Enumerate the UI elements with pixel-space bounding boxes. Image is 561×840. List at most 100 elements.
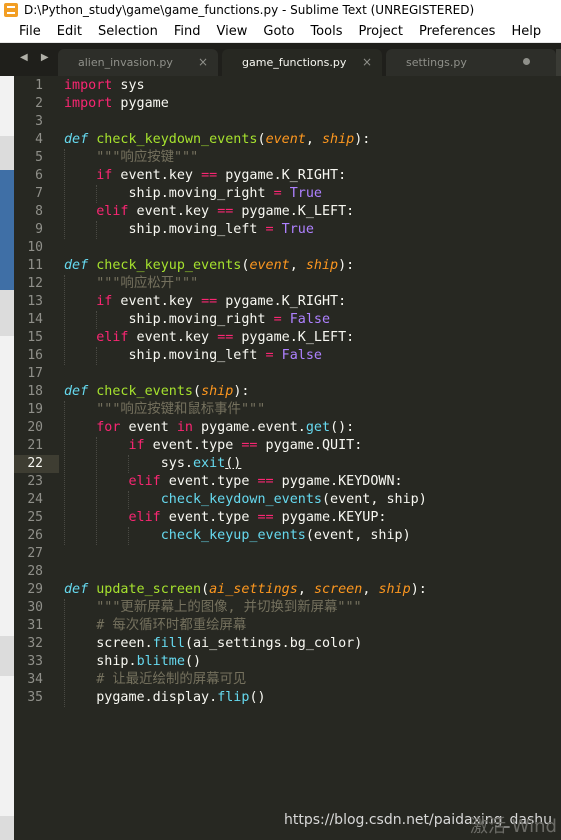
code-text: def check_events(ship): [64,384,250,399]
code-line[interactable]: 27 [14,545,561,563]
code-line[interactable]: 18 def check_events(ship): [14,383,561,401]
code-text: import sys [64,78,145,93]
line-number: 4 [35,132,43,147]
tab-game-functions[interactable]: game_functions.py × [222,49,382,76]
line-number: 32 [27,636,43,651]
line-number: 1 [35,78,43,93]
line-number: 34 [27,672,43,687]
code-line[interactable]: 11 def check_keyup_events(event, ship): [14,257,561,275]
line-number: 22 [27,456,43,471]
code-line[interactable]: 1 import sys [14,77,561,95]
code-line[interactable]: 6 if event.key == pygame.K_RIGHT: [14,167,561,185]
code-text: ship.blitme() [64,654,202,669]
indent-guide [64,401,65,545]
menu-selection[interactable]: Selection [90,24,166,39]
indent-guide [96,185,98,203]
menu-project[interactable]: Project [350,24,410,39]
close-icon[interactable]: × [362,55,372,69]
line-number: 19 [27,402,43,417]
code-line[interactable]: 17 [14,365,561,383]
tab-label: game_functions.py [242,56,347,69]
menu-tools[interactable]: Tools [302,24,350,39]
code-line[interactable]: 34 # 让最近绘制的屏幕可见 [14,671,561,689]
line-number: 25 [27,510,43,525]
code-editor[interactable]: 1 import sys 2 import pygame 3 4 def check_key… [14,76,561,840]
line-number: 8 [35,204,43,219]
code-line[interactable]: 30 """更新屏幕上的图像, 并切换到新屏幕""" [14,599,561,617]
indent-guide [96,221,98,239]
line-number: 18 [27,384,43,399]
menu-file[interactable]: File [0,24,49,39]
code-line[interactable]: 28 [14,563,561,581]
code-text: ship.moving_left = True [64,222,314,237]
line-number: 10 [27,240,43,255]
code-text: elif event.key == pygame.K_LEFT: [96,204,355,219]
code-line[interactable]: 5 """响应按键""" [14,149,561,167]
code-text: import pygame [64,96,169,111]
code-line[interactable]: 20 for event in pygame.event.get(): [14,419,561,437]
code-line[interactable]: 31 # 每次循环时都重绘屏幕 [14,617,561,635]
menu-view[interactable]: View [209,24,256,39]
code-line[interactable]: 19 """响应按键和鼠标事件""" [14,401,561,419]
line-number: 24 [27,492,43,507]
code-line[interactable]: 3 [14,113,561,131]
code-line[interactable]: 15 elif event.key == pygame.K_LEFT: [14,329,561,347]
code-line[interactable]: 10 [14,239,561,257]
line-number: 27 [27,546,43,561]
indent-guide [96,437,98,545]
code-line[interactable]: 2 import pygame [14,95,561,113]
line-number: 29 [27,582,43,597]
menu-preferences[interactable]: Preferences [411,24,503,39]
code-line[interactable]: 4 def check_keydown_events(event, ship): [14,131,561,149]
code-text: if event.key == pygame.K_RIGHT: [96,168,347,183]
line-number: 31 [27,618,43,633]
code-line[interactable]: 29 def update_screen(ai_settings, screen,… [14,581,561,599]
menu-find[interactable]: Find [166,24,209,39]
code-line[interactable]: 13 if event.key == pygame.K_RIGHT: [14,293,561,311]
code-text: check_keydown_events(event, ship) [160,492,427,507]
line-number: 16 [27,348,43,363]
code-text: if event.key == pygame.K_RIGHT: [96,294,347,309]
indent-guide [96,347,98,365]
line-number: 33 [27,654,43,669]
line-number: 12 [27,276,43,291]
code-line[interactable]: 35 pygame.display.flip() [14,689,561,707]
line-number: 23 [27,474,43,489]
indent-guide [128,455,130,473]
line-number: 5 [35,150,43,165]
tab-settings[interactable]: settings.py [386,49,556,76]
line-number: 7 [35,186,43,201]
code-text: def check_keyup_events(event, ship): [64,258,355,273]
code-line[interactable]: 12 """响应松开""" [14,275,561,293]
line-number: 14 [27,312,43,327]
unsaved-dot-icon[interactable] [523,58,530,65]
code-line[interactable]: 33 ship.blitme() [14,653,561,671]
tab-nav-arrows-icon[interactable]: ◀ ▶ [20,52,54,63]
indent-guide [64,599,65,707]
line-number: 21 [27,438,43,453]
indent-guide [64,149,65,239]
code-text: """更新屏幕上的图像, 并切换到新屏幕""" [96,600,362,615]
code-text: """响应松开""" [96,276,199,291]
line-number: 11 [27,258,43,273]
tab-alien-invasion[interactable]: alien_invasion.py × [58,49,218,76]
menu-goto[interactable]: Goto [255,24,302,39]
code-text: def check_keydown_events(event, ship): [64,132,371,147]
code-text: sys.exit() [64,456,242,471]
code-text: elif event.type == pygame.KEYUP: [128,510,387,525]
tab-bar: ◀ ▶ alien_invasion.py × game_functions.p… [0,43,561,76]
line-number: 30 [27,600,43,615]
tab-label: alien_invasion.py [78,56,173,69]
menu-help[interactable]: Help [503,24,549,39]
code-text: def update_screen(ai_settings, screen, s… [64,582,427,597]
code-line[interactable]: 32 screen.fill(ai_settings.bg_color) [14,635,561,653]
code-text: """响应按键""" [96,150,199,165]
line-number: 2 [35,96,43,111]
menu-edit[interactable]: Edit [49,24,90,39]
code-text: elif event.type == pygame.KEYDOWN: [128,474,403,489]
code-line[interactable]: 8 elif event.key == pygame.K_LEFT: [14,203,561,221]
indent-guide [128,527,130,545]
code-text: if event.type == pygame.QUIT: [128,438,363,453]
close-icon[interactable]: × [198,55,208,69]
window-title-bar: D:\Python_study\game\game_functions.py -… [0,0,561,20]
